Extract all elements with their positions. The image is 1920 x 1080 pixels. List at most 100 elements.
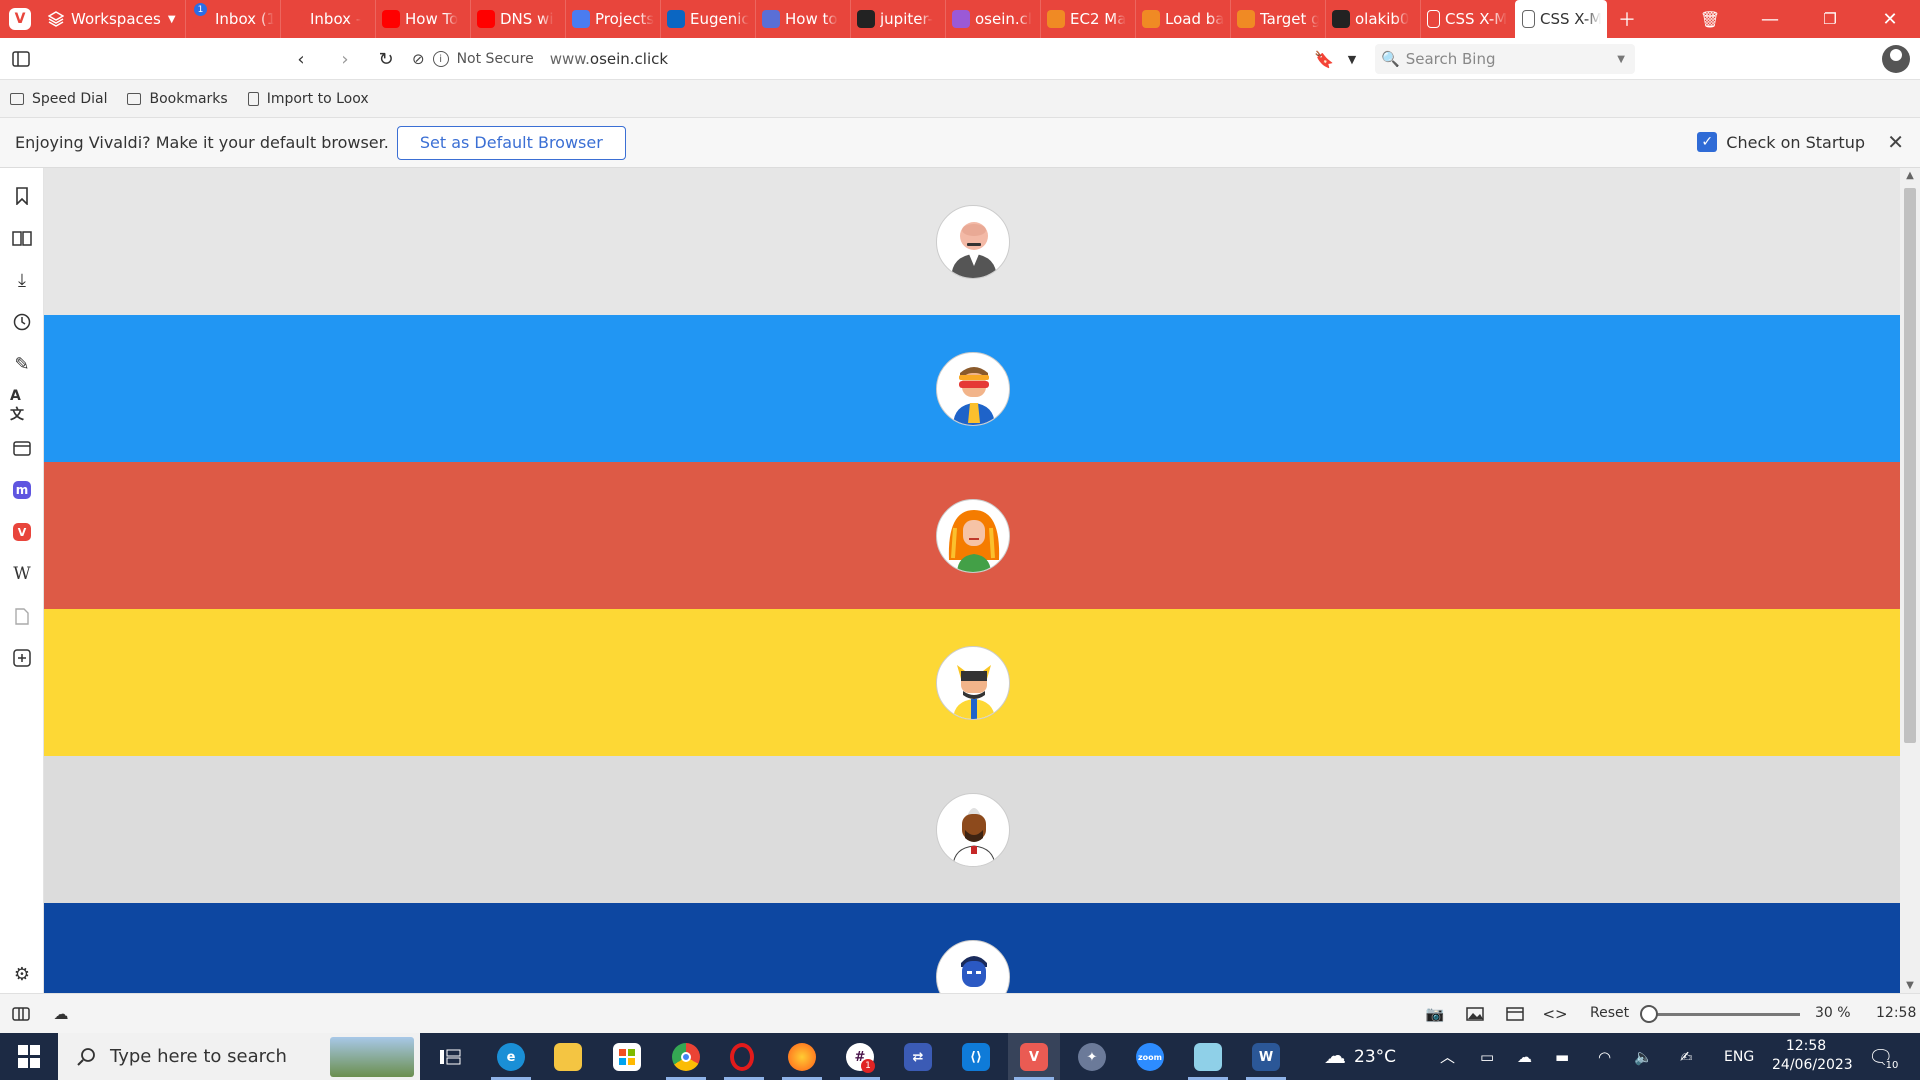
firefox-icon[interactable] bbox=[788, 1043, 816, 1071]
scrollbar-thumb[interactable] bbox=[1904, 188, 1916, 743]
chevron-left-icon: ‹ bbox=[297, 48, 305, 70]
sync-cloud-icon[interactable]: ☁ bbox=[50, 1004, 72, 1024]
tab-13[interactable]: CSS X-M bbox=[1420, 0, 1515, 38]
downloads-icon[interactable]: ⤓ bbox=[10, 268, 34, 292]
onedrive-error-icon[interactable]: ☁ bbox=[1517, 1033, 1532, 1080]
notes-icon[interactable]: ✎ bbox=[10, 352, 34, 376]
opera-icon[interactable] bbox=[730, 1043, 754, 1071]
vscode-icon[interactable]: ⟨⟩ bbox=[962, 1043, 990, 1071]
zoom-app-icon[interactable]: zoom bbox=[1136, 1043, 1164, 1071]
tab-10[interactable]: Load ba bbox=[1135, 0, 1230, 38]
check-on-startup-checkbox[interactable]: ✓ Check on Startup bbox=[1697, 132, 1865, 152]
image-toggle-icon[interactable] bbox=[1464, 1004, 1486, 1024]
scroll-up-arrow[interactable]: ▲ bbox=[1900, 170, 1920, 181]
back-button[interactable]: ‹ bbox=[288, 46, 314, 72]
bookmarks-panel-icon[interactable] bbox=[10, 184, 34, 208]
search-engine-icon[interactable]: 🔍 bbox=[1381, 50, 1400, 68]
tab-7[interactable]: jupiter- bbox=[850, 0, 945, 38]
scroll-down-arrow[interactable]: ▼ bbox=[1900, 980, 1920, 991]
reload-button[interactable]: ↻ bbox=[373, 46, 399, 72]
panel-toggle-icon[interactable] bbox=[10, 1004, 32, 1024]
bookmark-page-button[interactable]: 🔖 bbox=[1312, 46, 1336, 72]
close-window-button[interactable]: ✕ bbox=[1860, 0, 1920, 38]
chrome-icon[interactable] bbox=[672, 1043, 700, 1071]
zoom-slider-handle[interactable] bbox=[1640, 1005, 1658, 1023]
language-indicator[interactable]: ENG bbox=[1724, 1033, 1754, 1080]
settings-gear-icon[interactable]: ⚙ bbox=[10, 962, 34, 986]
page-actions-icon[interactable]: <> bbox=[1542, 1004, 1567, 1024]
capture-camera-icon[interactable]: 📷 bbox=[1424, 1004, 1446, 1024]
pen-icon[interactable]: ✍ bbox=[1680, 1033, 1693, 1080]
tab-title: Inbox - bbox=[310, 10, 362, 28]
tab-2[interactable]: How To bbox=[375, 0, 470, 38]
search-input[interactable]: 🔍 Search Bing ▼ bbox=[1375, 44, 1635, 74]
edge-icon[interactable]: e bbox=[497, 1043, 525, 1071]
block-tracking-icon[interactable]: ⊘ bbox=[412, 50, 425, 68]
add-panel-icon[interactable] bbox=[10, 646, 34, 670]
tab-0[interactable]: 1 Inbox (1 bbox=[185, 0, 280, 38]
vivaldi-menu-button[interactable]: V bbox=[0, 0, 40, 38]
vivaldi-panel-icon[interactable]: V bbox=[10, 520, 34, 544]
bookmark-bookmarks-folder[interactable]: Bookmarks bbox=[127, 91, 228, 107]
bookmark-speed-dial[interactable]: Speed Dial bbox=[10, 91, 107, 107]
url-text: www.osein.click bbox=[550, 50, 668, 68]
tab-6[interactable]: How to bbox=[755, 0, 850, 38]
mastodon-icon[interactable]: m bbox=[10, 478, 34, 502]
panel-toggle-button[interactable] bbox=[8, 46, 34, 72]
volume-icon[interactable]: 🔈 bbox=[1634, 1033, 1653, 1080]
tab-12[interactable]: olakib0 bbox=[1325, 0, 1420, 38]
tab-4[interactable]: Projects bbox=[565, 0, 660, 38]
microsoft-store-icon[interactable] bbox=[613, 1043, 641, 1071]
reading-list-icon[interactable] bbox=[10, 226, 34, 250]
mohawk-man-avatar bbox=[936, 793, 1010, 867]
tab-3[interactable]: DNS wi bbox=[470, 0, 565, 38]
task-view-icon[interactable] bbox=[436, 1043, 464, 1071]
translate-icon[interactable]: A文 bbox=[10, 388, 34, 423]
tiling-icon[interactable] bbox=[1504, 1004, 1526, 1024]
search-engine-dropdown-icon[interactable]: ▼ bbox=[1617, 54, 1625, 65]
network-app-icon[interactable]: ⇄ bbox=[904, 1043, 932, 1071]
profile-button[interactable] bbox=[1882, 45, 1910, 73]
restore-button[interactable]: ❐ bbox=[1800, 0, 1860, 38]
page-panel-icon[interactable] bbox=[10, 604, 34, 628]
zoom-slider[interactable] bbox=[1650, 1013, 1800, 1016]
workspaces-button[interactable]: Workspaces ▼ bbox=[40, 0, 185, 38]
tab-1[interactable]: Inbox - bbox=[280, 0, 375, 38]
forward-button[interactable]: › bbox=[332, 46, 358, 72]
close-notification-button[interactable]: ✕ bbox=[1887, 130, 1904, 154]
bookmark-dropdown-button[interactable]: ▼ bbox=[1342, 46, 1362, 72]
tab-14[interactable]: CSS X-M bbox=[1515, 0, 1607, 38]
battery-icon[interactable]: ▬ bbox=[1555, 1033, 1569, 1080]
info-icon[interactable]: i bbox=[432, 51, 449, 67]
zoom-reset-button[interactable]: Reset bbox=[1590, 1005, 1629, 1021]
minimize-icon: — bbox=[1761, 8, 1779, 30]
action-center-icon[interactable]: 🗨 10 bbox=[1868, 1033, 1900, 1080]
taskbar-clock[interactable]: 12:58 24/06/2023 bbox=[1772, 1037, 1853, 1075]
word-icon[interactable]: W bbox=[1252, 1043, 1280, 1071]
tab-8[interactable]: osein.cl bbox=[945, 0, 1040, 38]
checkbox-checked-icon[interactable]: ✓ bbox=[1697, 132, 1718, 152]
url-field[interactable]: ⊘ i Not Secure www.osein.click bbox=[412, 44, 1362, 74]
set-default-browser-button[interactable]: Set as Default Browser bbox=[396, 125, 626, 160]
tab-9[interactable]: EC2 Ma bbox=[1040, 0, 1135, 38]
tab-5[interactable]: Eugenic bbox=[660, 0, 755, 38]
minimize-button[interactable]: — bbox=[1740, 0, 1800, 38]
history-icon[interactable] bbox=[10, 310, 34, 334]
safari-icon[interactable]: ✦ bbox=[1078, 1043, 1106, 1071]
wifi-icon[interactable]: ◠ bbox=[1598, 1033, 1611, 1080]
notepad-icon[interactable] bbox=[1194, 1043, 1222, 1071]
trash-button[interactable]: 🗑 bbox=[1680, 0, 1740, 38]
page-scrollbar[interactable]: ▲ ▼ bbox=[1900, 168, 1920, 993]
wikipedia-icon[interactable]: W bbox=[10, 562, 34, 586]
weather-widget[interactable]: ☁ 23°C bbox=[1324, 1033, 1396, 1080]
new-tab-button[interactable]: ＋ bbox=[1607, 0, 1647, 38]
bookmark-import-to-loox[interactable]: Import to Loox bbox=[247, 91, 369, 107]
taskbar-search-input[interactable]: Type here to search bbox=[58, 1033, 420, 1080]
file-explorer-icon[interactable] bbox=[554, 1043, 582, 1071]
meet-now-icon[interactable]: ▭ bbox=[1480, 1033, 1494, 1080]
tray-overflow-chevron-icon[interactable]: ︿ bbox=[1440, 1033, 1455, 1080]
tab-11[interactable]: Target g bbox=[1230, 0, 1325, 38]
windows-start-button[interactable] bbox=[10, 1045, 48, 1069]
calendar-icon[interactable] bbox=[10, 436, 34, 460]
tab-title: Load ba bbox=[1165, 10, 1224, 28]
